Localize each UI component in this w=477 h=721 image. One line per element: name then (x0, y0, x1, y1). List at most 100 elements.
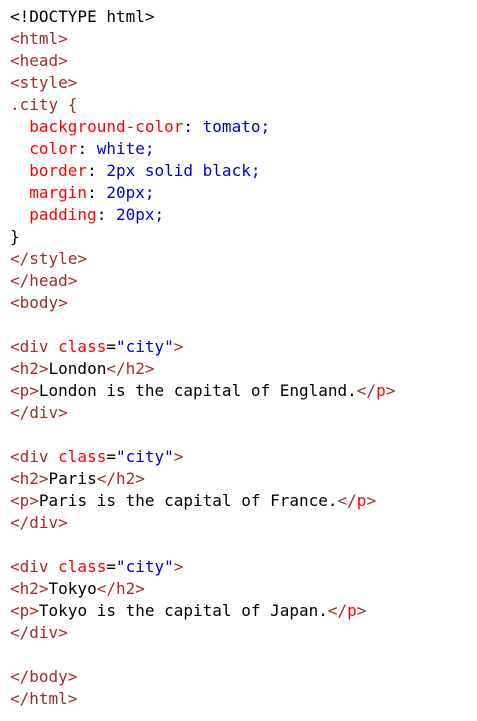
css-colon: : (96, 205, 107, 224)
css-rule-close: } (10, 227, 20, 246)
class-value: "city" (115, 557, 174, 576)
attr-equals: = (106, 337, 116, 356)
code-line-padding: padding: 20px; (10, 204, 477, 226)
h2-open-tag: <h2> (10, 359, 49, 378)
div-open-tag: <div (10, 337, 49, 356)
css-value: 20px; (106, 205, 165, 224)
head-open-tag: <head> (10, 51, 68, 70)
p-close-tag-name: p (347, 601, 357, 620)
css-property: padding (10, 205, 97, 224)
code-line-div-open: <div class="city"> (10, 336, 477, 358)
div-close-tag: </div> (10, 403, 68, 422)
code-line-body-open: <body> (10, 292, 477, 314)
code-line-body-close: </body> (10, 666, 477, 688)
p-close-tag-name: p (356, 491, 367, 510)
doctype-declaration: <!DOCTYPE html> (10, 7, 155, 26)
p-close-tag-end: > (385, 381, 396, 400)
code-line-h2: <h2>Paris</h2> (10, 468, 477, 490)
code-line-head-close: </head> (10, 270, 477, 292)
code-line-color: color: white; (10, 138, 477, 160)
code-line-html-open: <html> (10, 28, 477, 50)
style-close-tag: </style> (10, 249, 88, 268)
code-line-rule-close: } (10, 226, 477, 248)
div-open-bracket: > (173, 447, 184, 466)
code-line-p: <p>Tokyo is the capital of Japan.</p> (10, 600, 477, 622)
class-attribute: class (48, 337, 107, 356)
p-close-tag-start: </ (337, 491, 357, 510)
h2-close-tag: </h2> (96, 579, 145, 598)
div-open-tag: <div (10, 447, 49, 466)
h2-close-tag: </h2> (96, 469, 145, 488)
class-attribute: class (48, 557, 107, 576)
p-open-tag: <p> (10, 491, 39, 510)
html-close-tag: </html> (10, 689, 78, 708)
css-colon: : (87, 161, 97, 180)
p-close-tag-end: > (356, 601, 367, 620)
p-close-tag-start: </ (327, 601, 348, 620)
p-close-tag-name: p (376, 381, 386, 400)
css-selector: .city { (10, 95, 78, 114)
code-line-border: border: 2px solid black; (10, 160, 477, 182)
head-close-tag: </head> (10, 271, 78, 290)
css-property: background-color (10, 117, 184, 136)
css-value: 2px solid black; (96, 161, 261, 180)
p-close-tag-start: </ (356, 381, 377, 400)
body-open-tag: <body> (10, 293, 68, 312)
p-open-tag: <p> (10, 381, 39, 400)
css-colon: : (183, 117, 194, 136)
code-line-head-open: <head> (10, 50, 477, 72)
class-value: "city" (115, 337, 174, 356)
div-open-tag: <div (10, 557, 49, 576)
div-open-bracket: > (173, 557, 184, 576)
city-description: Paris is the capital of France. (38, 491, 338, 510)
code-line-margin: margin: 20px; (10, 182, 477, 204)
code-line-div-open: <div class="city"> (10, 446, 477, 468)
attr-equals: = (106, 557, 116, 576)
css-property: border (10, 161, 88, 180)
code-line-div-close: </div> (10, 622, 477, 644)
city-description: London is the capital of England. (38, 381, 357, 400)
code-line-div-close: </div> (10, 402, 477, 424)
css-value: 20px; (96, 183, 155, 202)
class-attribute: class (48, 447, 107, 466)
h2-open-tag: <h2> (10, 579, 49, 598)
h2-close-tag: </h2> (106, 359, 155, 378)
html-open-tag: <html> (10, 29, 68, 48)
css-property: margin (10, 183, 88, 202)
code-line-p: <p>London is the capital of England.</p> (10, 380, 477, 402)
code-line-doctype: <!DOCTYPE html> (10, 6, 477, 28)
style-open-tag: <style> (10, 73, 78, 92)
city-heading: London (48, 359, 107, 378)
code-line-div-open: <div class="city"> (10, 556, 477, 578)
code-listing: <!DOCTYPE html> <html> <head> <style> .c… (0, 0, 477, 721)
code-line-style-close: </style> (10, 248, 477, 270)
code-line-style-open: <style> (10, 72, 477, 94)
code-line-p: <p>Paris is the capital of France.</p> (10, 490, 477, 512)
code-line-selector: .city { (10, 94, 477, 116)
code-line-html-close: </html> (10, 688, 477, 710)
code-line-h2: <h2>Tokyo</h2> (10, 578, 477, 600)
code-line-background-color: background-color: tomato; (10, 116, 477, 138)
city-heading: Paris (48, 469, 97, 488)
div-close-tag: </div> (10, 623, 68, 642)
code-line-h2: <h2>London</h2> (10, 358, 477, 380)
city-description: Tokyo is the capital of Japan. (38, 601, 328, 620)
div-close-tag: </div> (10, 513, 68, 532)
h2-open-tag: <h2> (10, 469, 49, 488)
attr-equals: = (106, 447, 116, 466)
css-value: white; (87, 139, 155, 158)
class-value: "city" (115, 447, 174, 466)
city-heading: Tokyo (48, 579, 97, 598)
p-close-tag-end: > (366, 491, 377, 510)
div-open-bracket: > (173, 337, 184, 356)
code-line-div-close: </div> (10, 512, 477, 534)
css-value: tomato; (193, 117, 271, 136)
body-close-tag: </body> (10, 667, 78, 686)
css-property: color (10, 139, 78, 158)
css-colon: : (87, 183, 97, 202)
css-colon: : (77, 139, 88, 158)
